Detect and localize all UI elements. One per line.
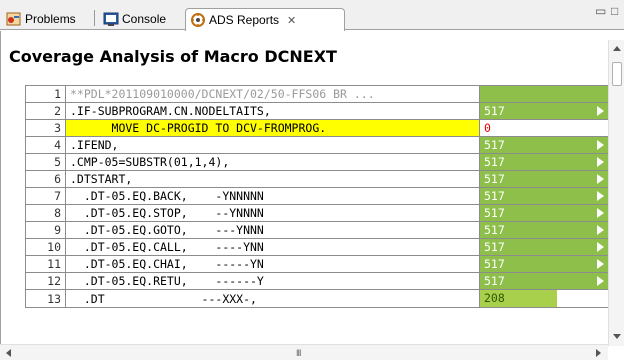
coverage-count-cell[interactable]: 517 <box>479 187 614 205</box>
table-row[interactable]: 5 .CMP-05=SUBSTR(01,1,4), 517 <box>25 153 614 171</box>
tab-problems[interactable]: Problems <box>2 8 80 30</box>
table-row[interactable]: 10 .DT-05.EQ.CALL, ----YNN 517 <box>25 238 614 256</box>
coverage-count-cell[interactable]: 517 <box>479 255 614 273</box>
coverage-count-cell[interactable]: 517 <box>479 102 614 120</box>
source-line: .DT-05.EQ.BACK, -YNNNNN <box>65 187 480 205</box>
coverage-count: 517 <box>484 274 505 288</box>
source-line: .DT-05.EQ.CHAI, -----YN <box>65 255 480 273</box>
view-tab-bar: Problems Console ADS Reports ✕ ▭ □ <box>0 0 624 31</box>
table-row[interactable]: 13 .DT ---XXX-, 208 <box>25 289 614 308</box>
tab-label: Console <box>122 12 167 26</box>
problems-icon <box>6 11 22 27</box>
table-row[interactable]: 12 .DT-05.EQ.RETU, ------Y 517 <box>25 272 614 290</box>
table-row[interactable]: 8 .DT-05.EQ.STOP, --YNNNN 517 <box>25 204 614 222</box>
coverage-count: 517 <box>484 223 505 237</box>
vertical-scroll-thumb[interactable] <box>612 62 622 86</box>
table-row[interactable]: 6 .DTSTART, 517 <box>25 170 614 188</box>
tab-separator <box>94 10 95 26</box>
expand-arrow-icon[interactable] <box>597 174 604 184</box>
source-line: **PDL*201109010000/DCNEXT/02/50-FFS06 BR… <box>65 85 480 103</box>
line-number: 12 <box>25 272 66 290</box>
line-number: 11 <box>25 255 66 273</box>
source-line: .DT-05.EQ.GOTO, ---YNNN <box>65 221 480 239</box>
console-icon <box>103 11 119 27</box>
coverage-count: 517 <box>484 155 505 169</box>
table-row[interactable]: 2 .IF-SUBPROGRAM.CN.NODELTAITS, 517 <box>25 102 614 120</box>
coverage-count-cell[interactable]: 517 <box>479 170 614 188</box>
report-title: Coverage Analysis of Macro DCNEXT <box>9 47 337 66</box>
ads-report-panel: Coverage Analysis of Macro DCNEXT 1 **PD… <box>0 31 624 360</box>
line-number: 9 <box>25 221 66 239</box>
tab-console[interactable]: Console <box>99 8 170 30</box>
source-line: .DTSTART, <box>65 170 480 188</box>
line-number: 6 <box>25 170 66 188</box>
line-number: 8 <box>25 204 66 222</box>
source-line: .IF-SUBPROGRAM.CN.NODELTAITS, <box>65 102 480 120</box>
tab-label: Problems <box>25 12 76 26</box>
coverage-table: 1 **PDL*201109010000/DCNEXT/02/50-FFS06 … <box>25 85 614 308</box>
expand-arrow-icon[interactable] <box>597 106 604 116</box>
coverage-count: 517 <box>484 189 505 203</box>
line-number: 3 <box>25 119 66 137</box>
line-number: 13 <box>25 289 66 308</box>
scroll-right-icon[interactable] <box>596 349 601 357</box>
expand-arrow-icon[interactable] <box>597 208 604 218</box>
table-row[interactable]: 7 .DT-05.EQ.BACK, -YNNNNN 517 <box>25 187 614 205</box>
expand-arrow-icon[interactable] <box>597 157 604 167</box>
source-line: .CMP-05=SUBSTR(01,1,4), <box>65 153 480 171</box>
expand-arrow-icon[interactable] <box>597 140 604 150</box>
table-row[interactable]: 4 .IFEND, 517 <box>25 136 614 154</box>
coverage-count-cell[interactable]: 517 <box>479 153 614 171</box>
maximize-icon[interactable]: □ <box>611 4 618 18</box>
scroll-grip-icon[interactable]: III <box>296 348 301 358</box>
source-line: MOVE DC-PROGID TO DCV-FROMPROG. <box>65 119 480 137</box>
coverage-count: 517 <box>484 206 505 220</box>
coverage-count-cell[interactable]: 517 <box>479 136 614 154</box>
line-number: 5 <box>25 153 66 171</box>
vertical-scrollbar[interactable] <box>608 40 624 346</box>
line-number: 4 <box>25 136 66 154</box>
coverage-count-cell[interactable]: 517 <box>479 221 614 239</box>
expand-arrow-icon[interactable] <box>597 276 604 286</box>
expand-arrow-icon[interactable] <box>597 259 604 269</box>
coverage-count: 517 <box>484 172 505 186</box>
coverage-count: 517 <box>484 104 505 118</box>
source-line: .DT ---XXX-, <box>65 289 480 308</box>
minimize-icon[interactable]: ▭ <box>595 4 606 18</box>
ads-reports-icon <box>190 12 206 28</box>
line-number: 7 <box>25 187 66 205</box>
coverage-count-cell[interactable]: 208 <box>479 289 614 308</box>
scroll-up-icon[interactable] <box>613 46 621 51</box>
expand-arrow-icon[interactable] <box>597 242 604 252</box>
tab-label: ADS Reports <box>209 13 280 27</box>
coverage-count: 517 <box>484 138 505 152</box>
source-line: .DT-05.EQ.RETU, ------Y <box>65 272 480 290</box>
coverage-count-cell[interactable]: 517 <box>479 272 614 290</box>
scroll-down-icon[interactable] <box>613 334 621 339</box>
source-line: .DT-05.EQ.CALL, ----YNN <box>65 238 480 256</box>
close-icon[interactable]: ✕ <box>287 14 296 27</box>
coverage-count: 0 <box>479 119 614 137</box>
source-line: .DT-05.EQ.STOP, --YNNNN <box>65 204 480 222</box>
horizontal-scrollbar[interactable]: III <box>0 344 608 360</box>
table-row[interactable]: 1 **PDL*201109010000/DCNEXT/02/50-FFS06 … <box>25 85 614 103</box>
coverage-count: 517 <box>484 257 505 271</box>
source-line: .IFEND, <box>65 136 480 154</box>
coverage-count-cell[interactable]: 517 <box>479 238 614 256</box>
line-number: 1 <box>25 85 66 103</box>
table-row[interactable]: 9 .DT-05.EQ.GOTO, ---YNNN 517 <box>25 221 614 239</box>
table-row[interactable]: 11 .DT-05.EQ.CHAI, -----YN 517 <box>25 255 614 273</box>
line-number: 2 <box>25 102 66 120</box>
coverage-count: 208 <box>480 290 558 307</box>
expand-arrow-icon[interactable] <box>597 225 604 235</box>
scroll-left-icon[interactable] <box>6 349 11 357</box>
tab-ads-reports[interactable]: ADS Reports ✕ <box>185 8 345 31</box>
table-row-uncovered[interactable]: 3 MOVE DC-PROGID TO DCV-FROMPROG. 0 <box>25 119 614 137</box>
coverage-count <box>479 85 614 103</box>
coverage-count: 517 <box>484 240 505 254</box>
expand-arrow-icon[interactable] <box>597 191 604 201</box>
line-number: 10 <box>25 238 66 256</box>
coverage-count-cell[interactable]: 517 <box>479 204 614 222</box>
